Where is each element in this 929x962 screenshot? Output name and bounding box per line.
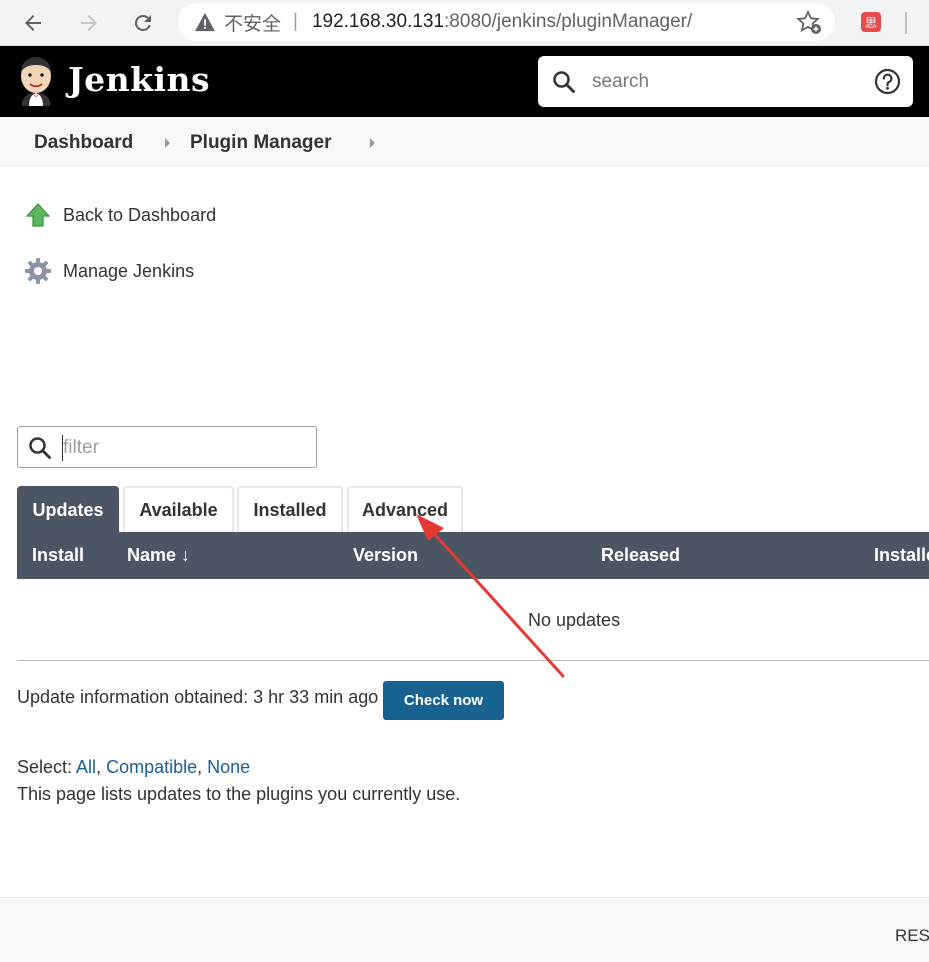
select-all-link[interactable]: All (76, 757, 96, 777)
search-icon (553, 71, 575, 93)
reload-icon (135, 15, 151, 31)
toolbar-divider (905, 12, 907, 34)
sidebar-item-manage-jenkins[interactable]: Manage Jenkins (22, 255, 194, 287)
forward-arrow-icon (81, 15, 97, 31)
search-box (538, 56, 913, 107)
star-add-icon (796, 9, 821, 34)
select-label: Select: (17, 757, 73, 777)
select-line: Select: All, Compatible, None (17, 757, 251, 777)
url-path: :8080/jenkins/pluginManager/ (444, 11, 693, 32)
select-none-link[interactable]: None (207, 757, 250, 777)
update-info-text: Update information obtained: 3 hr 33 min… (17, 687, 379, 707)
breadcrumb-plugin-manager[interactable]: Plugin Manager (190, 132, 331, 154)
url-separator: | (293, 11, 298, 32)
warning-icon (195, 12, 215, 32)
tab-available[interactable]: Available (123, 486, 234, 532)
breadcrumb: Dashboard Plugin Manager (0, 117, 929, 167)
gear-icon (22, 255, 54, 287)
rest-api-link[interactable]: REST API (895, 926, 929, 946)
sidebar-item-back-to-dashboard[interactable]: Back to Dashboard (22, 199, 216, 231)
column-install[interactable]: Install (32, 545, 84, 566)
up-arrow-icon (22, 199, 54, 231)
column-installed[interactable]: Installed (874, 545, 929, 566)
forward-button[interactable] (75, 9, 103, 37)
jenkins-butler-icon (21, 57, 51, 106)
column-name[interactable]: Name ↓ (127, 545, 190, 566)
insecure-label: 不安全 (224, 13, 282, 35)
extension-icon[interactable]: 思 (861, 12, 881, 32)
tab-updates[interactable]: Updates (17, 486, 119, 532)
breadcrumb-chevron-icon[interactable] (165, 138, 170, 148)
table-header: Install Name ↓ Version Released Installe… (17, 532, 929, 579)
jenkins-header: Jenkins (0, 46, 929, 117)
select-compatible-link[interactable]: Compatible (106, 757, 197, 777)
filter-input[interactable] (62, 435, 302, 461)
address-bar[interactable]: 不安全 | 192.168.30.131:8080/jenkins/plugin… (178, 3, 835, 41)
bookmark-button[interactable] (796, 9, 824, 36)
sidebar-item-label: Back to Dashboard (63, 204, 217, 225)
back-arrow-icon (25, 15, 41, 31)
table-empty-row: No updates (17, 579, 929, 661)
breadcrumb-dashboard[interactable]: Dashboard (34, 132, 133, 154)
column-released[interactable]: Released (601, 545, 680, 566)
footer: REST API (0, 897, 929, 962)
brand-title[interactable]: Jenkins (68, 60, 210, 99)
empty-message: No updates (528, 610, 621, 630)
column-version[interactable]: Version (353, 545, 418, 566)
search-input[interactable] (590, 67, 850, 97)
breadcrumb-chevron-icon[interactable] (370, 138, 375, 148)
jenkins-logo[interactable] (16, 56, 56, 106)
search-icon (29, 437, 51, 459)
help-icon[interactable] (874, 68, 901, 95)
sidebar-item-label: Manage Jenkins (63, 260, 195, 281)
filter-box (17, 426, 317, 468)
browser-toolbar: 不安全 | 192.168.30.131:8080/jenkins/plugin… (0, 0, 929, 46)
url-host: 192.168.30.131 (311, 11, 445, 32)
tab-advanced[interactable]: Advanced (347, 486, 463, 532)
back-button[interactable] (19, 9, 47, 37)
page-description: This page lists updates to the plugins y… (17, 784, 461, 804)
reload-button[interactable] (129, 9, 157, 37)
tab-installed[interactable]: Installed (237, 486, 343, 532)
check-now-button[interactable]: Check now (383, 681, 504, 720)
